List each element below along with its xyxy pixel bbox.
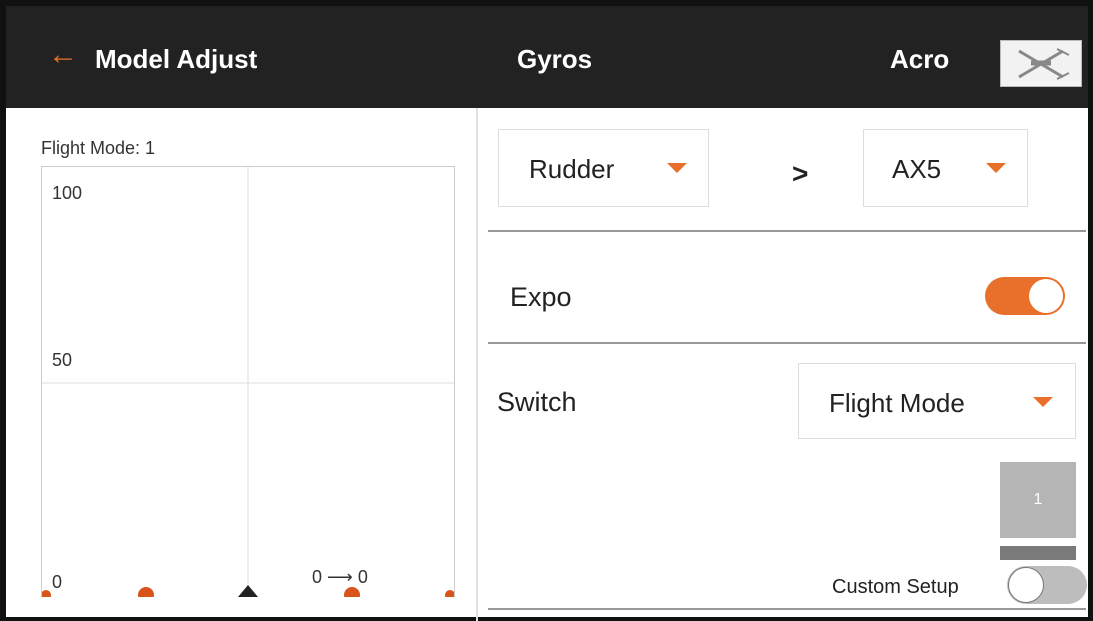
chevron-down-icon: [667, 163, 687, 173]
custom-setup-toggle[interactable]: [1007, 566, 1087, 604]
back-button-label[interactable]: Model Adjust: [95, 44, 257, 75]
channel-select[interactable]: AX5: [863, 129, 1028, 207]
y-label-50: 50: [52, 350, 73, 370]
graph-value-label: 0 ⟶ 0: [312, 567, 368, 587]
channel-select-value: AX5: [892, 154, 942, 184]
mode-label: Acro: [890, 44, 950, 74]
flight-mode-position-button[interactable]: 1: [1000, 462, 1076, 538]
source-select[interactable]: Rudder: [498, 129, 709, 207]
graph-point: [445, 590, 454, 597]
flight-mode-indicator: [1000, 546, 1076, 560]
y-label-0: 0: [52, 572, 63, 592]
toggle-knob: [1008, 567, 1044, 603]
airplane-icon[interactable]: [1000, 40, 1082, 87]
y-label-100: 100: [52, 183, 83, 203]
expo-graph: [41, 166, 455, 597]
expo-toggle[interactable]: [985, 277, 1065, 315]
graph-point: [344, 587, 360, 597]
graph-center-marker: [238, 585, 258, 597]
expo-label: Expo: [510, 282, 572, 312]
row-divider: [488, 230, 1086, 232]
chevron-down-icon: [986, 163, 1006, 173]
row-divider: [488, 608, 1086, 610]
graph-point: [138, 587, 154, 597]
flight-mode-label: Flight Mode: 1: [41, 138, 156, 158]
custom-setup-label: Custom Setup: [832, 576, 959, 598]
source-select-value: Rudder: [529, 154, 615, 184]
toggle-knob: [1029, 279, 1063, 313]
switch-select[interactable]: Flight Mode: [798, 363, 1076, 439]
arrow-left-icon[interactable]: ←: [48, 40, 78, 70]
chevron-down-icon: [1033, 397, 1053, 407]
graph-point: [42, 590, 51, 597]
switch-label: Switch: [497, 387, 577, 417]
comparator-symbol: >: [792, 158, 809, 189]
switch-select-value: Flight Mode: [829, 388, 965, 418]
row-divider: [488, 342, 1086, 344]
panel-divider: [476, 108, 478, 621]
page-title: Gyros: [517, 44, 593, 74]
